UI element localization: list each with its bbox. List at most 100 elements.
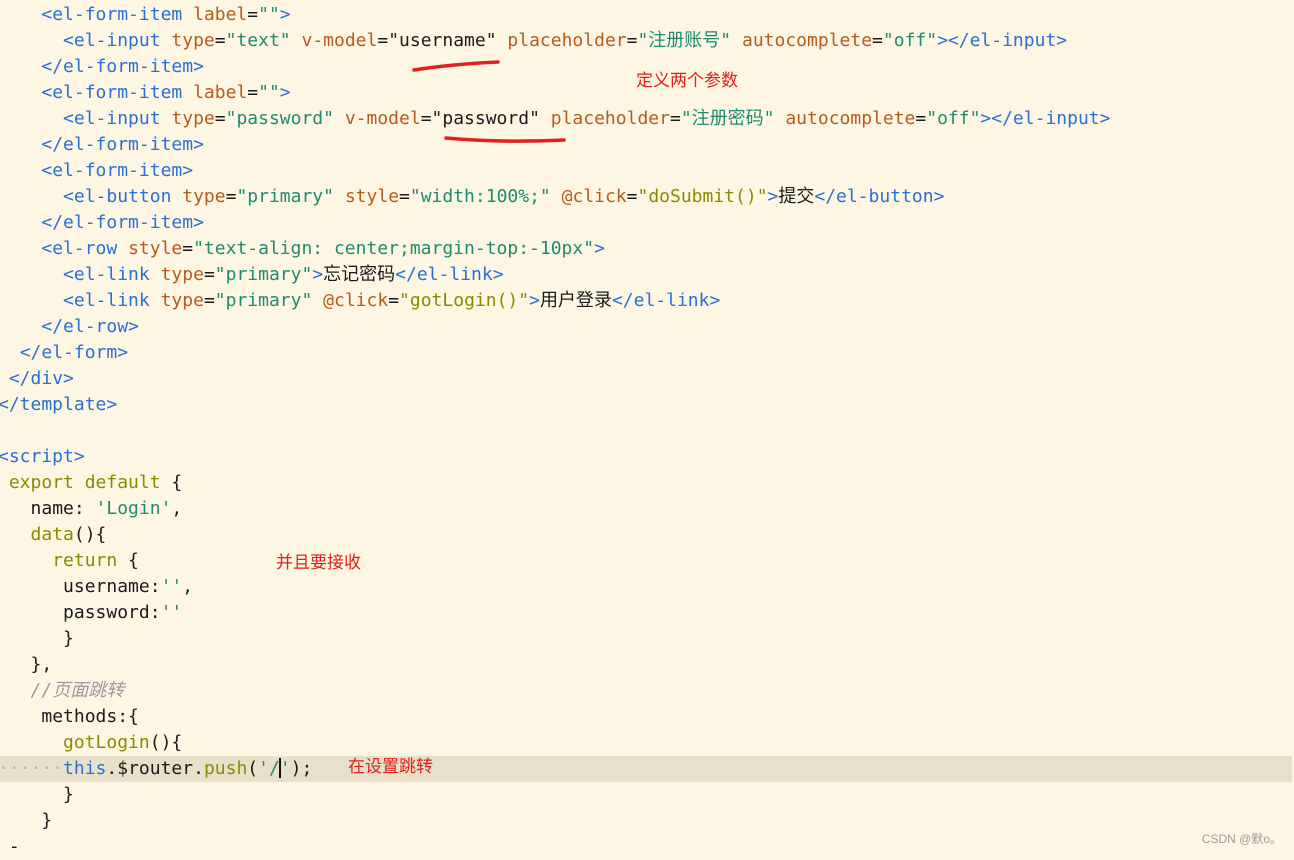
code-line[interactable]: name: 'Login', [0,496,1292,522]
code-token: } [63,628,74,649]
code-line[interactable]: <el-input type="text" v-model="username"… [0,28,1292,54]
code-token: 忘记密码 [323,264,396,285]
code-token: name: [30,498,96,519]
code-line[interactable] [0,418,1292,444]
code-line[interactable]: </el-row> [0,314,1292,340]
code-line[interactable]: </el-form> [0,340,1292,366]
code-token: = [915,108,927,129]
code-token: > [312,264,324,285]
code-line[interactable]: password:'' [0,600,1292,626]
code-token: </template> [0,394,118,415]
code-line[interactable]: <script> [0,444,1292,470]
code-token: <el-row [41,238,129,259]
code-line[interactable]: </div> [0,366,1292,392]
code-token: <el-button [63,186,183,207]
code-line[interactable]: } [0,626,1292,652]
code-token: ></el-input> [980,108,1111,129]
code-token: "" [258,82,280,103]
code-line[interactable]: return { [0,548,1292,574]
code-token: = [626,186,638,207]
code-token: = [203,264,215,285]
code-line[interactable]: <el-row style="text-align: center;margin… [0,236,1292,262]
code-token: , [171,498,183,519]
code-token: style [344,186,400,207]
code-token: label [193,82,248,103]
code-line[interactable]: <el-input type="password" v-model="passw… [0,106,1292,132]
code-token: 'Login' [95,498,172,519]
code-token: label [193,4,248,25]
code-line[interactable]: gotLogin(){ [0,730,1292,756]
code-token: "注册账号" [637,30,732,51]
code-token: = [247,82,259,103]
code-token: = [247,4,259,25]
code-token: placeholder [550,108,670,129]
code-token: </el-link> [611,290,721,311]
code-line[interactable]: <el-form-item label=""> [0,2,1292,28]
code-line[interactable]: username:'', [0,574,1292,600]
code-editor[interactable]: <el-form-item label=""> <el-input type="… [0,0,1294,857]
code-line[interactable]: //页面跳转 [0,678,1292,704]
code-line[interactable]: </el-form-item> [0,132,1292,158]
code-token: username: [63,576,161,597]
code-line[interactable]: - [0,834,1292,860]
code-line[interactable]: <el-form-item> [0,158,1292,184]
code-line[interactable]: data(){ [0,522,1292,548]
code-token: </el-row> [41,316,139,337]
code-line[interactable]: <el-link type="primary" @click="gotLogin… [0,288,1292,314]
code-token: <el-form-item [41,4,194,25]
code-token: "注册密码" [680,108,775,129]
code-line[interactable]: } [0,808,1292,834]
code-line[interactable]: <el-link type="primary">忘记密码</el-link> [0,262,1292,288]
code-line[interactable]: </template> [0,392,1292,418]
code-token: } [63,784,74,805]
code-token: '/ [258,758,280,779]
code-token: = [214,30,226,51]
code-token: </el-form-item> [41,212,204,233]
code-line[interactable]: methods:{ [0,704,1292,730]
code-token: export default [8,472,161,493]
code-token: password: [63,602,161,623]
code-token: data [30,524,74,545]
code-line[interactable]: } [0,782,1292,808]
code-token: > [279,82,291,103]
code-token: type [182,186,226,207]
code-token: { [117,550,139,571]
code-token: "gotLogin()" [399,290,530,311]
code-token: type [160,264,204,285]
code-token: "password" [431,108,540,129]
code-token: <el-input [63,30,172,51]
code-token: push [203,758,248,779]
code-token: //页面跳转 [30,680,125,701]
code-token: "password" [225,108,334,129]
code-token: 提交 [778,186,815,207]
code-line[interactable]: }, [0,652,1292,678]
annotation-and-receive: 并且要接收 [276,553,361,573]
code-token: gotLogin [63,732,150,753]
code-token: "off" [882,30,938,51]
code-token: .$router. [106,758,204,779]
code-line[interactable]: ······this.$router.push('/'); [0,756,1292,782]
code-token: = [626,30,638,51]
code-token: this [63,758,107,779]
code-line[interactable]: <el-button type="primary" style="width:1… [0,184,1292,210]
code-line[interactable]: </el-form-item> [0,210,1292,236]
code-line[interactable]: export default { [0,470,1292,496]
code-token: </el-button> [814,186,945,207]
